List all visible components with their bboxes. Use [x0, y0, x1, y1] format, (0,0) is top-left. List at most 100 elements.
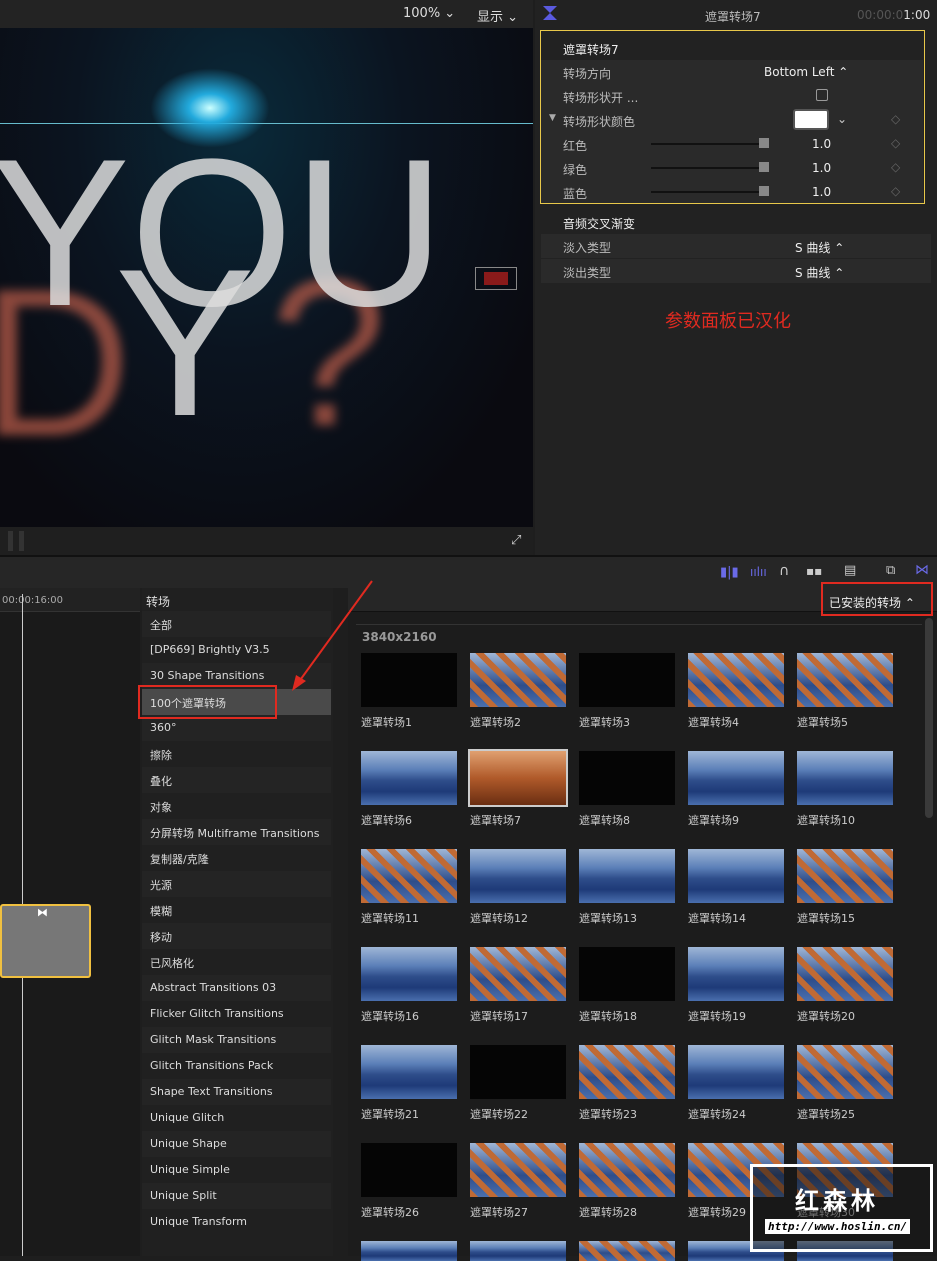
transition-thumbnail[interactable]: [579, 947, 675, 1001]
snapping-icon[interactable]: ▮|▮: [720, 565, 739, 580]
category-item[interactable]: 擦除: [142, 741, 331, 767]
param-green: 绿色 1.0 ◇: [563, 160, 901, 177]
transition-thumbnail[interactable]: [579, 653, 675, 707]
category-item[interactable]: Abstract Transitions 03: [142, 975, 331, 1001]
inspector: 遮罩转场7 00:00:01:00 遮罩转场7 转场方向 Bottom Left …: [535, 0, 937, 555]
solo-icon[interactable]: ▪▪: [806, 564, 822, 578]
direction-select[interactable]: Bottom Left ⌃: [764, 65, 848, 79]
transition-thumbnail[interactable]: [470, 947, 566, 1001]
category-item[interactable]: 对象: [142, 793, 331, 819]
category-item[interactable]: 移动: [142, 923, 331, 949]
handle[interactable]: [8, 531, 13, 551]
video-canvas[interactable]: D ? YOU Y: [0, 28, 533, 527]
category-item[interactable]: Unique Transform: [142, 1209, 331, 1235]
keyframe-icon[interactable]: ◇: [891, 160, 900, 174]
display-dropdown[interactable]: 显示 ⌄: [477, 6, 518, 25]
param-blue: 蓝色 1.0 ◇: [563, 184, 901, 201]
category-item[interactable]: 叠化: [142, 767, 331, 793]
category-item[interactable]: 模糊: [142, 897, 331, 923]
viewer-bottom-bar: ⤢: [0, 527, 533, 555]
category-item[interactable]: 光源: [142, 871, 331, 897]
category-item[interactable]: Glitch Transitions Pack: [142, 1053, 331, 1079]
category-item[interactable]: Unique Shape: [142, 1131, 331, 1157]
transition-label: 遮罩转场17: [470, 1010, 528, 1023]
transition-thumbnail[interactable]: [361, 751, 457, 805]
category-item[interactable]: 已风格化: [142, 949, 331, 975]
transition-thumbnail[interactable]: [361, 849, 457, 903]
checkbox[interactable]: [816, 89, 828, 101]
fade-in-select[interactable]: S 曲线 ⌃: [795, 239, 844, 256]
onscreen-control[interactable]: [475, 267, 517, 290]
transition-thumbnail[interactable]: [688, 947, 784, 1001]
category-item[interactable]: 复制器/克隆: [142, 845, 331, 871]
keyframe-icon[interactable]: ◇: [891, 184, 900, 198]
category-item[interactable]: Unique Glitch: [142, 1105, 331, 1131]
slider[interactable]: [651, 143, 767, 145]
transition-thumbnail[interactable]: [470, 653, 566, 707]
slider[interactable]: [651, 167, 767, 169]
transition-thumbnail[interactable]: [688, 751, 784, 805]
keyframe-icon[interactable]: ◇: [891, 136, 900, 150]
transition-thumbnail[interactable]: [470, 1045, 566, 1099]
transition-thumbnail[interactable]: [688, 653, 784, 707]
transition-thumbnail[interactable]: [797, 849, 893, 903]
param-direction: 转场方向 Bottom Left ⌃: [563, 65, 849, 81]
fade-out-select[interactable]: S 曲线 ⌃: [795, 264, 844, 281]
transition-thumbnail[interactable]: [579, 1143, 675, 1197]
category-item[interactable]: Glitch Mask Transitions: [142, 1027, 331, 1053]
clip-with-transition[interactable]: ⧓: [0, 904, 91, 978]
transition-thumbnail[interactable]: [688, 1045, 784, 1099]
transition-label: 遮罩转场19: [688, 1010, 746, 1023]
category-item[interactable]: 分屏转场 Multiframe Transitions: [142, 819, 331, 845]
transition-thumbnail[interactable]: [470, 1143, 566, 1197]
slider-thumb[interactable]: [759, 186, 769, 196]
category-item[interactable]: Flicker Glitch Transitions: [142, 1001, 331, 1027]
transition-thumbnail[interactable]: [361, 947, 457, 1001]
transition-thumbnail[interactable]: [361, 1241, 457, 1261]
zoom-dropdown[interactable]: 100% ⌄: [403, 6, 455, 21]
transition-thumbnail[interactable]: [688, 849, 784, 903]
transition-label: 遮罩转场9: [688, 814, 739, 827]
transition-thumbnail[interactable]: [579, 849, 675, 903]
transitions-browser-icon[interactable]: ⋈: [915, 562, 929, 578]
color-well[interactable]: [793, 109, 829, 130]
fullscreen-icon[interactable]: ⤢: [511, 533, 521, 548]
category-item[interactable]: Unique Split: [142, 1183, 331, 1209]
transition-thumbnail[interactable]: [797, 751, 893, 805]
viewer-toolbar: 100% ⌄ 显示 ⌄: [0, 0, 533, 28]
transition-label: 遮罩转场23: [579, 1108, 637, 1121]
browser-icon[interactable]: ⧉: [886, 563, 895, 578]
chevron-down-icon[interactable]: ⌄: [837, 112, 847, 126]
transition-thumbnail[interactable]: [579, 751, 675, 805]
annotation-note: 参数面板已汉化: [665, 311, 791, 332]
transition-thumbnail[interactable]: [361, 1143, 457, 1197]
transition-thumbnail[interactable]: [361, 1045, 457, 1099]
timeline[interactable]: 00:00:16:00 ⧓: [0, 588, 140, 1256]
transition-thumbnail[interactable]: [579, 1241, 675, 1261]
transition-thumbnail[interactable]: [797, 1045, 893, 1099]
transition-thumbnail[interactable]: [797, 947, 893, 1001]
disclosure-triangle-icon[interactable]: ▼: [549, 113, 556, 123]
slider-thumb[interactable]: [759, 138, 769, 148]
headphones-icon[interactable]: ∩: [779, 563, 789, 579]
keyframe-icon[interactable]: ◇: [891, 112, 900, 126]
transition-thumbnail[interactable]: [579, 1045, 675, 1099]
filmstrip-icon[interactable]: ▤: [844, 563, 856, 578]
transition-label: 遮罩转场15: [797, 912, 855, 925]
audio-skimming-icon[interactable]: ıılıı: [750, 565, 767, 579]
param-shape-toggle: 转场形状开 ...: [541, 84, 931, 108]
category-item[interactable]: Unique Simple: [142, 1157, 331, 1183]
scrollbar[interactable]: [925, 618, 933, 818]
section-title: 遮罩转场7: [563, 43, 619, 57]
handle[interactable]: [19, 531, 24, 551]
transition-thumbnail[interactable]: [468, 749, 568, 807]
category-item[interactable]: Shape Text Transitions: [142, 1079, 331, 1105]
slider[interactable]: [651, 191, 767, 193]
transition-thumbnail[interactable]: [470, 1241, 566, 1261]
transition-thumbnail[interactable]: [470, 849, 566, 903]
transition-label: 遮罩转场4: [688, 716, 739, 729]
transition-label: 遮罩转场5: [797, 716, 848, 729]
transition-browser: 已安装的转场 ⌃ 3840x2160 遮罩转场1 遮罩转场2 遮罩转场3 遮罩转场4 遮…: [348, 588, 937, 1261]
transition-thumbnail[interactable]: [797, 653, 893, 707]
slider-thumb[interactable]: [759, 162, 769, 172]
